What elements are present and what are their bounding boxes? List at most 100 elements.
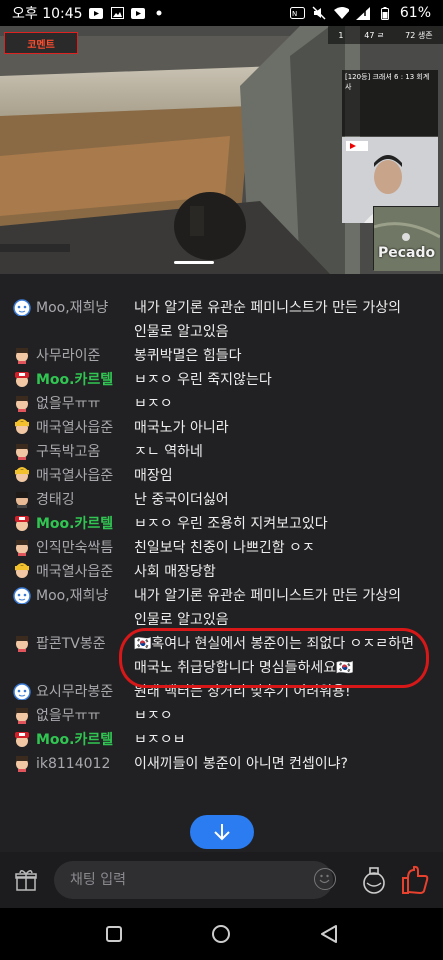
chat-message[interactable]: ik8114012 이새끼들이 봉준이 아니면 컨셉이냐?: [0, 752, 443, 776]
hud-label: 72 생존: [405, 30, 433, 40]
chat-text: ㅂㅈㅇ: [134, 396, 173, 412]
chat-message[interactable]: Moo.카르텔 ㅂㅈㅇ 우린 조용히 지켜보고있다: [0, 512, 443, 536]
chat-nickname[interactable]: 경태깅: [32, 488, 134, 512]
avatar-icon[interactable]: [12, 345, 32, 365]
chat-text: 난 중국이더싫어: [134, 492, 229, 508]
chat-text: 🇰🇷혹여나 현실에서 봉준이는 죄없다 ㅇㅈㄹ하면 매국노 취급당합니다 명심들…: [134, 636, 414, 676]
signal-icon: [356, 6, 371, 20]
chat-message[interactable]: 사무라이준 봉퀴박멸은 힘들다: [0, 344, 443, 368]
chat-text: 내가 알기론 유관순 페미니스트가 만든 가상의 인물로 알고있음: [134, 300, 401, 340]
chat-nickname[interactable]: 인직만숙싹틈: [32, 536, 134, 560]
avatar-icon[interactable]: [12, 729, 32, 749]
avatar-icon[interactable]: [12, 513, 32, 533]
arrow-down-icon: [214, 824, 230, 841]
battery-percent: 61%: [399, 5, 431, 21]
status-time: 오후 10:45: [12, 6, 83, 22]
gift-button[interactable]: [12, 866, 40, 894]
avatar-icon[interactable]: [12, 705, 32, 725]
star-balloon-button[interactable]: [400, 864, 430, 896]
battery-icon: [378, 6, 393, 20]
bottle-icon: [363, 867, 385, 894]
chat-message[interactable]: Moo,재희냥 내가 알기론 유관순 페미니스트가 만든 가상의 인물로 알고있음: [0, 584, 443, 632]
avatar-icon[interactable]: [12, 393, 32, 413]
back-button[interactable]: [317, 922, 341, 946]
home-icon: [212, 925, 231, 943]
chat-nickname[interactable]: Moo.카르텔: [32, 728, 134, 752]
home-button[interactable]: [209, 922, 233, 946]
chat-message[interactable]: 요시무라봉준 원래 백터는 장거리 맞추기 어려워용!: [0, 680, 443, 704]
chat-input-bar: [0, 852, 443, 908]
chat-message[interactable]: 경태깅 난 중국이더싫어: [0, 488, 443, 512]
chat-message[interactable]: 팝콘TV봉준 🇰🇷혹여나 현실에서 봉준이는 죄없다 ㅇㅈㄹ하면 매국노 취급당합…: [0, 632, 443, 680]
chat-message[interactable]: 없을무ㅠㅠ ㅂㅈㅇ: [0, 392, 443, 416]
chat-nickname[interactable]: Moo,재희냥: [32, 584, 134, 632]
chat-text: ㅂㅈㅇㅂ: [134, 732, 186, 748]
svg-text:N: N: [292, 10, 297, 18]
emoji-button[interactable]: [314, 868, 336, 890]
chat-text: 매국노가 아니라: [134, 420, 229, 436]
chat-nickname[interactable]: 매국열사읍준: [32, 560, 134, 584]
scroll-down-button[interactable]: [190, 815, 254, 849]
avatar-icon[interactable]: [12, 633, 32, 653]
chat-message[interactable]: 매국열사읍준 매국노가 아니라: [0, 416, 443, 440]
status-bar: 오후 10:45 N 61%: [0, 0, 443, 26]
recents-button[interactable]: [102, 922, 126, 946]
avatar-icon[interactable]: [12, 297, 32, 317]
chat-message[interactable]: Moo.카르텔 ㅂㅈㅇ 우린 죽지않는다: [0, 368, 443, 392]
chat-input[interactable]: [54, 861, 333, 899]
back-icon: [321, 925, 338, 943]
wifi-icon: [333, 6, 349, 20]
chat-message[interactable]: 매국열사읍준 매장임: [0, 464, 443, 488]
chat-nickname[interactable]: 매국열사읍준: [32, 416, 134, 440]
hud-label: 47 ㄹ: [364, 30, 385, 40]
chat-nickname[interactable]: Moo,재희냥: [32, 296, 134, 344]
chat-message[interactable]: Moo.카르텔 ㅂㅈㅇㅂ: [0, 728, 443, 752]
avatar-icon[interactable]: [12, 489, 32, 509]
chat-message[interactable]: 없을무ㅠㅠ ㅂㅈㅇ: [0, 704, 443, 728]
chat-message[interactable]: 구독박고옴 ㅈㄴ 역하네: [0, 440, 443, 464]
chat-nickname[interactable]: 사무라이준: [32, 344, 134, 368]
avatar-icon[interactable]: [12, 369, 32, 389]
nfc-icon: N: [289, 7, 305, 20]
chat-message[interactable]: 인직만숙싹틈 친일보닥 친중이 나쁘긴함 ㅇㅈ: [0, 536, 443, 560]
stream-info-panel: [120등] 크래셔 6 : 13 회계사: [342, 70, 438, 136]
chat-nickname[interactable]: Moo.카르텔: [32, 368, 134, 392]
video-player[interactable]: 코멘트 1 47 ㄹ 72 생존 [120등] 크래셔 6 : 13 회계사 P…: [0, 26, 443, 274]
chat-nickname[interactable]: 매국열사읍준: [32, 464, 134, 488]
chat-nickname[interactable]: 없을무ㅠㅠ: [32, 392, 134, 416]
avatar-icon[interactable]: [12, 561, 32, 581]
game-hud: 1 47 ㄹ 72 생존: [328, 26, 443, 44]
chat-text: ㅂㅈㅇ: [134, 708, 173, 724]
chat-message[interactable]: Moo,재희냥 내가 알기론 유관순 페미니스트가 만든 가상의 인물로 알고있음: [0, 296, 443, 344]
chat-nickname[interactable]: ik8114012: [32, 752, 134, 776]
avatar-icon[interactable]: [12, 537, 32, 557]
chat-message[interactable]: 매국열사읍준 사회 매장당함: [0, 560, 443, 584]
chat-text: 원래 백터는 장거리 맞추기 어려워용!: [134, 684, 351, 700]
chat-nickname[interactable]: 없을무ㅠㅠ: [32, 704, 134, 728]
system-nav-bar: [0, 908, 443, 960]
chat-text: 봉퀴박멸은 힘들다: [134, 348, 242, 364]
chat-text: ㅈㄴ 역하네: [134, 444, 203, 460]
chat-list[interactable]: Moo,재희냥 내가 알기론 유관순 페미니스트가 만든 가상의 인물로 알고있음…: [0, 274, 443, 852]
bottle-button[interactable]: [361, 865, 387, 895]
minimap: Pecado: [373, 206, 440, 271]
chat-nickname[interactable]: 팝콘TV봉준: [32, 632, 134, 680]
hud-label: 1: [338, 30, 344, 40]
drag-handle[interactable]: [174, 261, 214, 264]
avatar-icon[interactable]: [12, 417, 32, 437]
avatar-icon[interactable]: [12, 585, 32, 605]
avatar-icon[interactable]: [12, 753, 32, 773]
youtube-icon: [131, 7, 146, 20]
emoji-icon: [319, 874, 330, 884]
gift-icon: [15, 870, 37, 891]
chat-text: 매장임: [134, 468, 173, 484]
chat-text: ㅂㅈㅇ 우린 죽지않는다: [134, 372, 272, 388]
chat-nickname[interactable]: 구독박고옴: [32, 440, 134, 464]
avatar-icon[interactable]: [12, 441, 32, 461]
avatar-icon[interactable]: [12, 681, 32, 701]
chat-nickname[interactable]: 요시무라봉준: [32, 680, 134, 704]
chat-nickname[interactable]: Moo.카르텔: [32, 512, 134, 536]
minimap-label: Pecado: [378, 245, 436, 261]
chat-text: 내가 알기론 유관순 페미니스트가 만든 가상의 인물로 알고있음: [134, 588, 401, 628]
avatar-icon[interactable]: [12, 465, 32, 485]
